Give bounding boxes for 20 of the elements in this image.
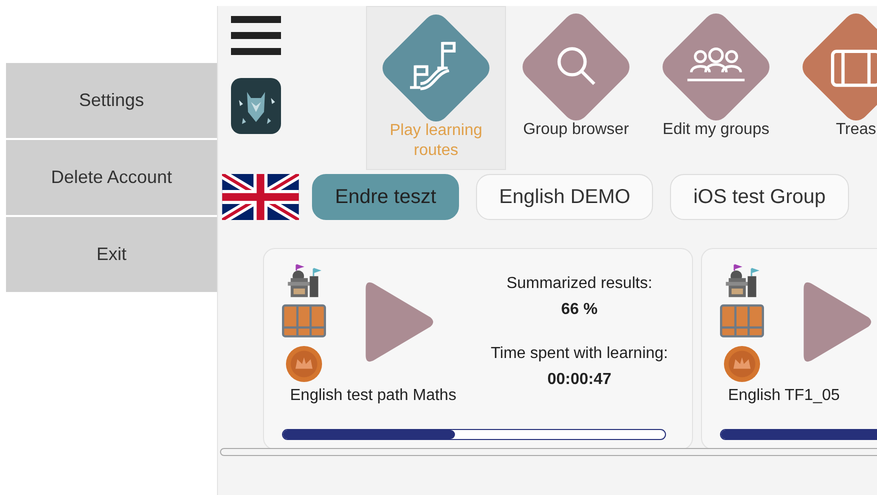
results-label: Summarized results: bbox=[506, 275, 652, 293]
results-value: 66 % bbox=[561, 301, 598, 319]
nav-item[interactable]: Treas bbox=[786, 6, 877, 170]
group-tab[interactable]: Endre teszt bbox=[312, 174, 460, 220]
nav-item[interactable]: Group browser bbox=[506, 6, 646, 170]
menu-icon[interactable] bbox=[231, 16, 281, 56]
uk-flag-icon[interactable] bbox=[222, 174, 299, 220]
menu-button[interactable]: Delete Account bbox=[6, 140, 217, 215]
time-value: 00:00:47 bbox=[547, 371, 612, 389]
menu-button[interactable]: Exit bbox=[6, 217, 217, 292]
route-card[interactable]: English TF1_05 bbox=[701, 248, 877, 450]
nav-item[interactable]: Edit my groups bbox=[646, 6, 786, 170]
group-tab[interactable]: iOS test Group bbox=[670, 174, 849, 220]
owl-logo-icon bbox=[231, 78, 281, 134]
time-label: Time spent with learning: bbox=[490, 345, 668, 363]
route-title: English TF1_05 bbox=[727, 387, 841, 405]
menu-button[interactable]: Settings bbox=[6, 63, 217, 138]
route-title: English test path Maths bbox=[289, 387, 458, 405]
group-tab[interactable]: English DEMO bbox=[476, 174, 654, 220]
route-card[interactable]: Summarized results: 66 % Time spent with learning: 00:00:47 English test path Maths bbox=[263, 248, 693, 450]
